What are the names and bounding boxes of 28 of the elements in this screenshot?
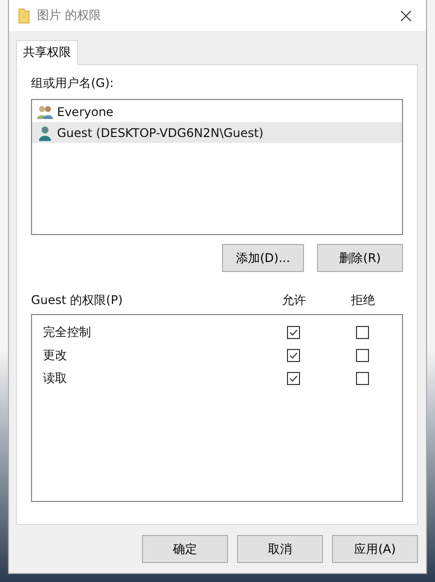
permission-name: 更改 xyxy=(42,347,68,364)
list-label: 组或用户名(G): xyxy=(31,75,115,92)
checkbox[interactable] xyxy=(286,349,300,362)
list-item[interactable]: Everyone xyxy=(32,101,402,122)
checkbox[interactable] xyxy=(356,372,368,385)
folder-icon xyxy=(18,8,30,24)
dialog-button[interactable]: 确定 xyxy=(142,535,228,563)
close-icon xyxy=(400,10,412,22)
checkbox[interactable] xyxy=(286,326,300,339)
dialog-button[interactable]: 删除(R) xyxy=(317,244,403,272)
column-header: 允许 xyxy=(281,292,307,309)
checkbox[interactable] xyxy=(356,349,368,362)
user-icon xyxy=(36,124,54,140)
checkbox[interactable] xyxy=(356,326,368,339)
dialog-button[interactable]: 添加(D)... xyxy=(222,244,304,272)
permissions-label: Guest 的权限(P) xyxy=(31,292,124,309)
user-name: Everyone xyxy=(57,104,114,118)
users-icon xyxy=(36,104,54,120)
dialog-button[interactable]: 取消 xyxy=(237,535,323,563)
checkbox[interactable] xyxy=(286,372,300,385)
permission-name: 完全控制 xyxy=(42,324,92,341)
dialog-button[interactable]: 应用(A) xyxy=(332,535,418,563)
tab[interactable]: 共享权限 xyxy=(16,40,78,65)
column-header: 拒绝 xyxy=(350,292,376,309)
window-title: 图片 的权限 xyxy=(37,7,102,24)
list-item[interactable]: Guest (DESKTOP-VDG6N2N\Guest) xyxy=(32,122,402,143)
permission-name: 读取 xyxy=(42,370,68,387)
user-name: Guest (DESKTOP-VDG6N2N\Guest) xyxy=(57,126,264,140)
